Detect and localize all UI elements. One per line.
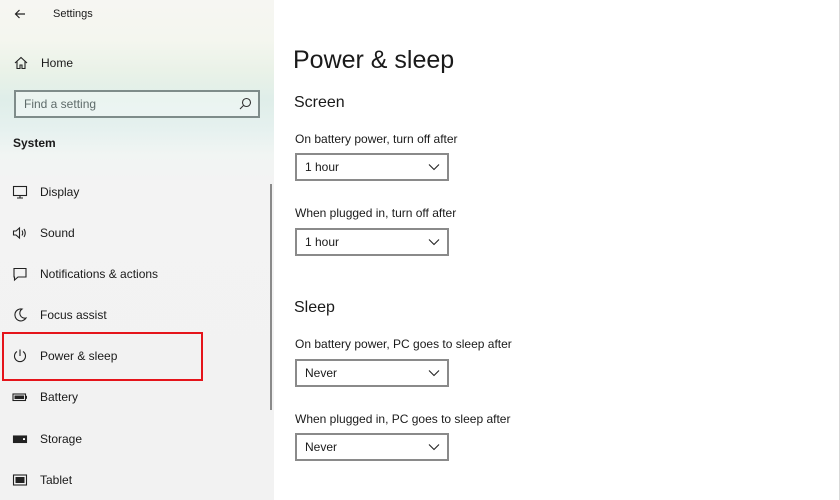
display-icon <box>12 185 28 199</box>
sidebar-item-notifications[interactable]: Notifications & actions <box>0 255 265 293</box>
sleep-plugged-label: When plugged in, PC goes to sleep after <box>295 412 511 426</box>
sidebar-item-label: Sound <box>40 226 75 240</box>
back-button[interactable] <box>8 3 32 25</box>
dropdown-value: 1 hour <box>305 235 340 249</box>
back-arrow-icon <box>14 9 25 19</box>
sidebar: Settings Home System Display Sound <box>0 0 274 500</box>
screen-section-title: Screen <box>294 94 345 111</box>
sidebar-item-label: Notifications & actions <box>40 267 159 281</box>
notification-icon <box>13 267 27 282</box>
chevron-down-icon <box>428 239 440 246</box>
sleep-battery-label: On battery power, PC goes to sleep after <box>295 337 512 351</box>
sidebar-item-label: Battery <box>40 390 79 404</box>
sidebar-scrollbar[interactable] <box>270 184 272 410</box>
search-box[interactable] <box>14 90 260 118</box>
dropdown-value: 1 hour <box>305 160 340 174</box>
power-icon <box>13 349 27 363</box>
home-label: Home <box>41 56 74 70</box>
sidebar-item-label: Power & sleep <box>40 349 118 363</box>
screen-plugged-dropdown[interactable]: 1 hour <box>295 228 449 256</box>
speaker-icon <box>12 226 26 240</box>
tablet-icon <box>12 474 28 486</box>
sidebar-item-battery[interactable]: Battery <box>0 378 265 416</box>
chevron-down-icon <box>428 164 440 171</box>
sidebar-item-display[interactable]: Display <box>0 173 265 211</box>
home-icon <box>14 56 28 70</box>
sidebar-item-label: Storage <box>40 432 83 446</box>
title-bar: Settings <box>0 0 274 30</box>
battery-icon <box>12 393 27 402</box>
section-title: System <box>13 136 56 150</box>
search-icon <box>239 97 252 110</box>
sidebar-item-storage[interactable]: Storage <box>0 420 265 458</box>
sleep-section-title: Sleep <box>294 299 335 316</box>
sleep-battery-dropdown[interactable]: Never <box>295 359 449 387</box>
chevron-down-icon <box>428 370 440 377</box>
sidebar-item-label: Display <box>40 185 80 199</box>
storage-icon <box>12 435 28 444</box>
sidebar-item-tablet[interactable]: Tablet <box>0 461 265 499</box>
sidebar-item-label: Focus assist <box>40 308 107 322</box>
page-title: Power & sleep <box>293 46 455 74</box>
sidebar-item-home[interactable]: Home <box>0 48 274 78</box>
app-title: Settings <box>53 8 93 20</box>
sleep-plugged-dropdown[interactable]: Never <box>295 433 449 461</box>
screen-plugged-label: When plugged in, turn off after <box>295 206 457 220</box>
sidebar-item-label: Tablet <box>40 473 73 487</box>
dropdown-value: Never <box>305 440 338 454</box>
sidebar-item-sound[interactable]: Sound <box>0 214 265 252</box>
screen-battery-dropdown[interactable]: 1 hour <box>295 153 449 181</box>
screen-battery-label: On battery power, turn off after <box>295 132 458 146</box>
moon-icon <box>14 308 28 322</box>
dropdown-value: Never <box>305 366 338 380</box>
sidebar-item-focus-assist[interactable]: Focus assist <box>0 296 265 334</box>
chevron-down-icon <box>428 444 440 451</box>
main-content: Power & sleep Screen On battery power, t… <box>274 0 840 500</box>
search-input[interactable] <box>24 95 224 113</box>
sidebar-item-power-sleep[interactable]: Power & sleep <box>0 337 265 375</box>
